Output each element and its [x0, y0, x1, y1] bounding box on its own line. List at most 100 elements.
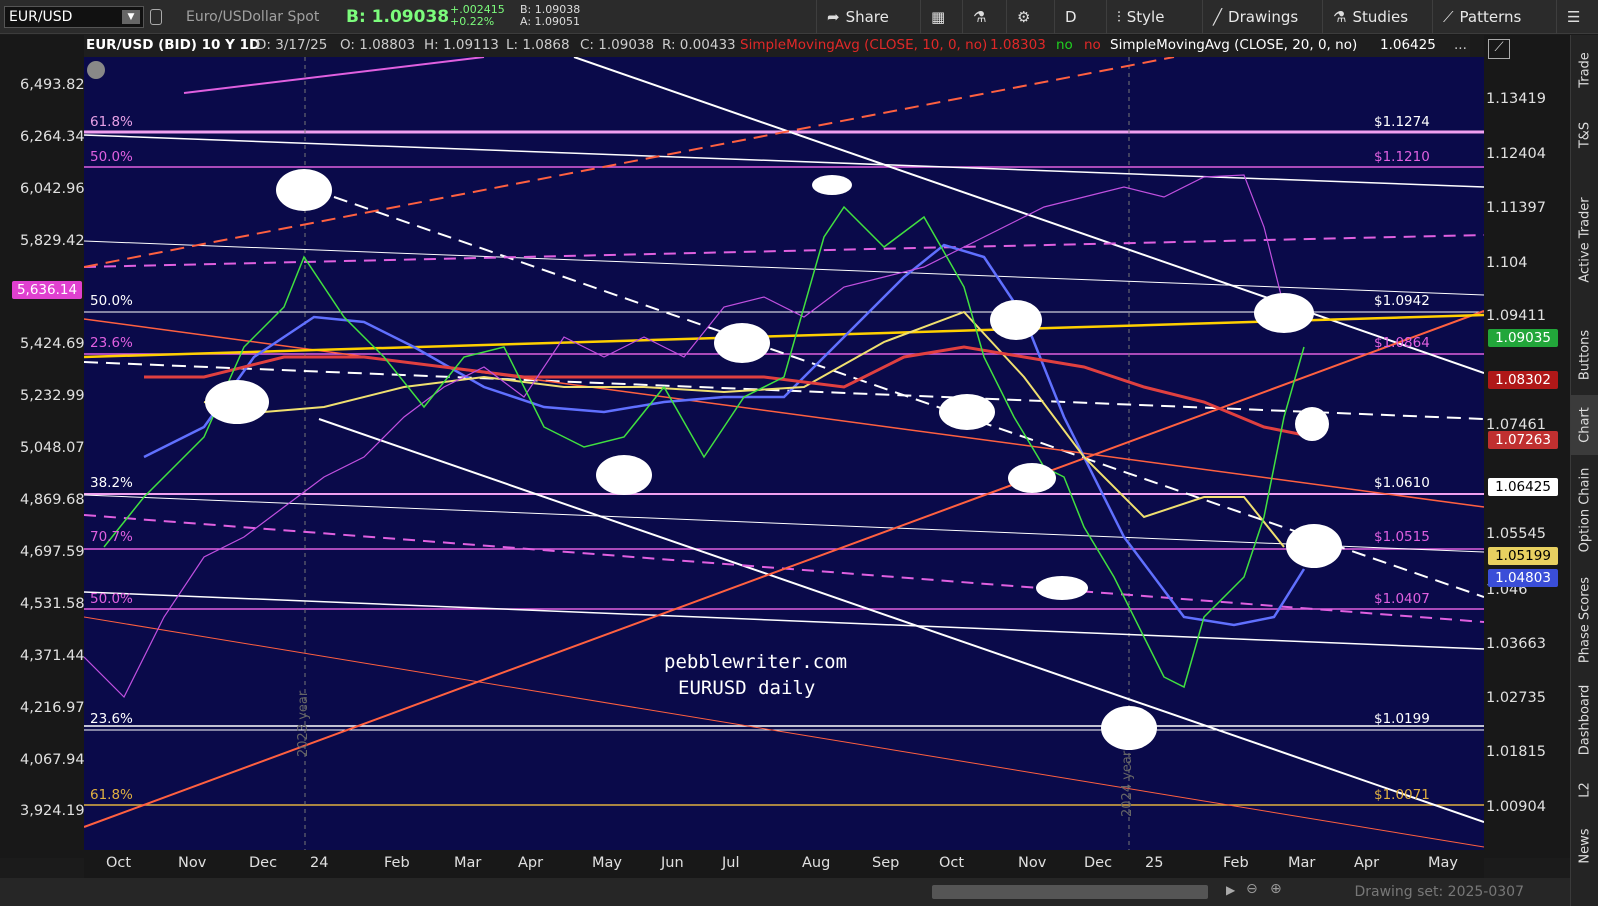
side-tab-l2[interactable]: L2	[1571, 765, 1598, 815]
side-tab-news[interactable]: News	[1571, 815, 1598, 877]
annotation-circle	[1295, 407, 1329, 441]
right-axis-label: 1.11397	[1486, 200, 1546, 216]
annotation-circle	[990, 300, 1042, 340]
time-axis: Oct Nov Dec 24 Feb Mar Apr May Jun Jul Aug Sep Oct No…	[84, 850, 1484, 878]
time-axis-label: Dec	[249, 855, 278, 871]
price-label: $1.0515	[1374, 529, 1430, 545]
annotation-circle	[1036, 576, 1088, 600]
side-tab-active-trader[interactable]: Active Trader	[1571, 165, 1598, 315]
flask-button[interactable]: ⚗	[962, 0, 1006, 34]
annotation-circle	[276, 169, 332, 211]
right-price-tag: 1.07263	[1488, 431, 1558, 449]
chart-scrollbar[interactable]: ◀ ▶ ⊖ ⊕ Drawing set: 2025-0307	[0, 878, 1570, 906]
style-button[interactable]: ⫶ Style	[1106, 0, 1202, 34]
left-current-tag: 5,636.14	[12, 281, 82, 299]
header-range: R: 0.00433	[662, 37, 736, 53]
side-tab-buttons[interactable]: Buttons	[1571, 315, 1598, 395]
side-tab-label: Dashboard	[1577, 684, 1593, 756]
scroll-right-icon[interactable]: ▶	[1226, 883, 1235, 897]
chevron-down-icon[interactable]: ▼	[122, 10, 140, 24]
right-axis-label: 1.104	[1486, 255, 1528, 271]
symbol-input[interactable]: EUR/USD ▼	[4, 6, 144, 28]
share-icon: ➦	[827, 8, 840, 26]
side-tab-label: Chart	[1577, 407, 1593, 443]
settings-button[interactable]: ⚙	[1006, 0, 1054, 34]
annotation-circle	[205, 380, 269, 424]
zoom-out-icon[interactable]: ⊖	[1246, 881, 1258, 897]
time-axis-label: May	[1428, 855, 1458, 871]
right-axis-label: 1.02735	[1486, 690, 1546, 706]
share-button[interactable]: ➦ Share	[816, 0, 920, 34]
left-axis-label: 6,493.82	[20, 77, 85, 93]
sma-blue	[143, 243, 1306, 627]
grid-button[interactable]: ▦	[920, 0, 962, 34]
scroll-thumb[interactable]	[932, 885, 1208, 899]
axis-tool-icon[interactable]: ⟋	[1488, 39, 1510, 59]
sma20-label[interactable]: SimpleMovingAvg (CLOSE, 20, 0, no)	[1110, 37, 1357, 53]
sma20-value: 1.06425	[1380, 37, 1436, 53]
time-axis-label: Sep	[872, 855, 900, 871]
chart-plot-area[interactable]: 61.8% 50.0% 50.0% 23.6% 38.2% 70.7% 50.0…	[84, 57, 1484, 850]
annotation-circle	[812, 175, 852, 195]
study-no-1: no	[1056, 37, 1073, 53]
flask-icon: ⚗	[1333, 8, 1347, 26]
link-icon[interactable]	[150, 9, 162, 25]
watermark-site: pebblewriter.com	[664, 651, 848, 673]
studies-button[interactable]: ⚗ Studies	[1322, 0, 1432, 34]
side-tab-phase-scores[interactable]: Phase Scores	[1571, 565, 1598, 675]
fib-label: 61.8%	[90, 787, 133, 803]
drawings-button[interactable]: ╱ Drawings	[1202, 0, 1322, 34]
right-price-tag: 1.06425	[1488, 478, 1558, 496]
bid-ask-block: B: 1.09038 A: 1.09051	[520, 4, 580, 28]
zoom-in-icon[interactable]: ⊕	[1270, 881, 1282, 897]
period-button[interactable]: D	[1054, 0, 1106, 34]
side-tab-bar: Trade T&S Active Trader Buttons Chart Option …	[1570, 35, 1598, 906]
left-axis-label: 3,924.19	[20, 803, 85, 819]
price-label: $1.0610	[1374, 475, 1430, 491]
chart-header: EUR/USD (BID) 10 Y 1D D: 3/17/25 O: 1.08…	[84, 35, 1470, 57]
symbol-text: EUR/USD	[9, 9, 73, 25]
annotation-circle	[714, 323, 770, 363]
time-axis-label: Mar	[454, 855, 482, 871]
gear-icon: ⚙	[1017, 8, 1031, 26]
side-tab-label: Trade	[1577, 52, 1593, 88]
right-price-tag: 1.04803	[1488, 569, 1558, 587]
annotation-circle	[1008, 463, 1056, 493]
trend-line	[183, 57, 485, 94]
side-tab-label: Phase Scores	[1577, 576, 1593, 664]
drawing-set-label: Drawing set: 2025-0307	[1354, 884, 1524, 900]
right-axis-label: 1.13419	[1486, 91, 1546, 107]
chart-drawings	[84, 57, 1484, 850]
side-tab-label: Buttons	[1577, 329, 1593, 381]
left-axis-label: 4,531.58	[20, 596, 85, 612]
bid-price: B: 1.09038	[346, 7, 450, 27]
fib-label: 61.8%	[90, 114, 133, 130]
study-no-2: no	[1084, 37, 1101, 53]
right-price-tag: 1.05199	[1488, 547, 1558, 565]
time-axis-label: Oct	[939, 855, 965, 871]
patterns-icon: ⟋	[1443, 8, 1454, 26]
time-axis-label: 24	[310, 855, 329, 871]
side-tab-trade[interactable]: Trade	[1571, 35, 1598, 105]
patterns-button[interactable]: ⟋ Patterns	[1432, 0, 1556, 34]
left-axis-label: 4,371.44	[20, 648, 85, 664]
side-tab-dashboard[interactable]: Dashboard	[1571, 675, 1598, 765]
time-axis-label: Aug	[802, 855, 831, 871]
left-axis-label: 5,048.07	[20, 440, 85, 456]
menu-icon: ☰	[1567, 8, 1581, 26]
right-axis-label: 1.12404	[1486, 146, 1546, 162]
header-open: O: 1.08803	[340, 37, 416, 53]
left-axis-label: 4,067.94	[20, 752, 85, 768]
header-more[interactable]: ...	[1454, 37, 1467, 53]
price-candles	[103, 205, 1305, 689]
header-close: C: 1.09038	[580, 37, 655, 53]
side-tab-t-s[interactable]: T&S	[1571, 105, 1598, 165]
watermark-caption: EURUSD daily	[678, 677, 816, 699]
left-axis-label: 6,042.96	[20, 181, 85, 197]
sma10-label[interactable]: SimpleMovingAvg (CLOSE, 10, 0, no)	[740, 37, 987, 53]
side-tab-option-chain[interactable]: Option Chain	[1571, 455, 1598, 565]
time-axis-label: Jun	[661, 855, 684, 871]
menu-button[interactable]: ☰	[1556, 0, 1598, 34]
side-tab-chart[interactable]: Chart	[1571, 395, 1598, 455]
top-toolbar: EUR/USD ▼ Euro/USDollar Spot B: 1.09038 …	[0, 0, 1598, 34]
